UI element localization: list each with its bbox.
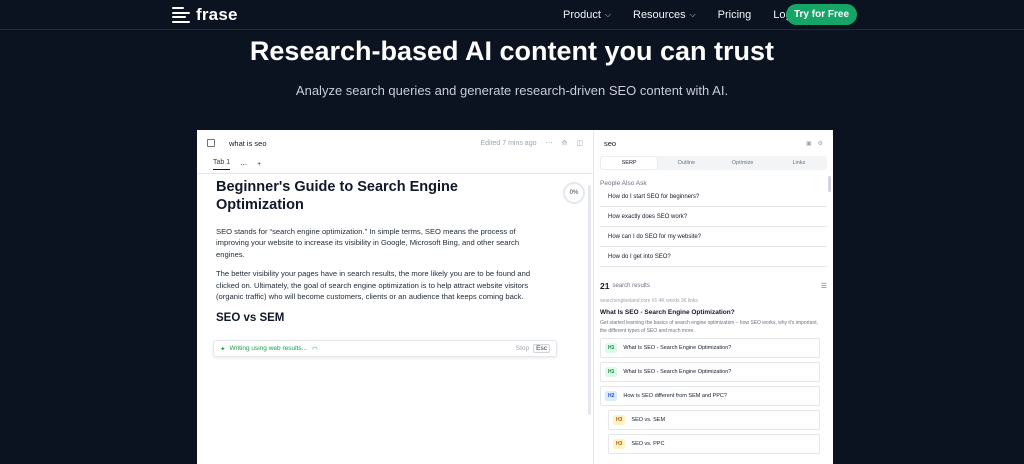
heading-level-badge: H3 [613,439,626,449]
filter-icon[interactable]: ☰ [821,282,827,290]
chevron-down-icon: ⌵ [689,10,696,19]
hero-title: Research-based AI content you can trust [249,36,775,66]
writing-status-bar: ✦ Writing using web results... ◠ Stop Es… [213,340,557,357]
writing-status-text: Writing using web results... [229,345,308,352]
frase-logo-icon [172,7,190,23]
paa-item[interactable]: How exactly does SEO work? [600,207,827,227]
panel-toggle-icon[interactable]: ◫ [576,139,583,147]
hero-subtitle: Analyze search queries and generate rese… [295,83,729,98]
paa-item[interactable]: How do I get into SEO? [600,247,827,267]
document-heading: Beginner's Guide to Search Engine Optimi… [216,179,458,213]
country-flag-icon[interactable]: ▣ [806,140,812,147]
paa-label: People Also Ask [600,180,647,187]
query-bar[interactable]: seo ▣ ⚙ [594,130,833,156]
nav-resources[interactable]: Resources ⌵ [633,9,696,21]
tab-links[interactable]: Links [771,156,827,170]
heading-item[interactable]: H3 SEO vs. SEM [608,410,820,430]
document-subheading: SEO vs SEM [216,312,285,325]
add-tab-icon[interactable]: + [257,161,261,168]
sparkle-icon: ✦ [220,345,226,353]
tab-outline[interactable]: Outline [658,156,714,170]
paa-list: How do I start SEO for beginners? How ex… [600,187,827,267]
panel-scrollbar[interactable] [828,176,831,192]
sidebar-toggle-icon[interactable] [207,139,215,147]
heading-text: How is SEO different from SEM and PPC? [623,393,727,399]
heading-text: SEO vs. PPC [631,441,665,447]
logo[interactable]: frase [172,5,238,25]
heading-item[interactable]: H2 How is SEO different from SEM and PPC? [600,386,820,406]
heading-text: SEO vs. SEM [631,417,666,423]
editor-body[interactable]: Beginner's Guide to Search Engine Optimi… [197,174,593,324]
more-icon[interactable]: ⋯ [546,139,553,147]
query-text: seo [604,138,617,148]
nav-pricing[interactable]: Pricing [718,9,752,21]
stop-button[interactable]: Stop [516,345,529,352]
heading-item[interactable]: H3 SEO vs. PPC [608,434,820,454]
heading-level-badge: H3 [613,415,626,425]
heading-item[interactable]: H1 What Is SEO - Search Engine Optimizati… [600,338,820,358]
nav-product[interactable]: Product ⌵ [563,9,611,21]
tab-1[interactable]: Tab 1 [213,159,231,170]
app-preview: what is seo Edited 7 mins ago ⋯ ⟰ ◫ Tab … [197,130,833,464]
heading-level-badge: H1 [605,367,618,377]
result-title[interactable]: What Is SEO - Search Engine Optimization… [600,309,827,316]
tab-more-icon[interactable]: ⋯ [240,161,247,169]
heading-text: What Is SEO - Search Engine Optimization… [623,369,732,375]
settings-icon[interactable]: ⚙ [818,140,823,147]
nav-pricing-label: Pricing [717,9,752,21]
result-description: Get started learning the basics of searc… [600,320,819,334]
chevron-down-icon: ⌵ [604,10,611,19]
editor-pane: what is seo Edited 7 mins ago ⋯ ⟰ ◫ Tab … [197,130,594,464]
try-for-free-button[interactable]: Try for Free [786,4,857,25]
nav-product-label: Product [563,9,601,21]
editor-tabs: Tab 1 ⋯ + [197,156,593,174]
share-icon[interactable]: ⟰ [562,139,568,147]
paa-item[interactable]: How do I start SEO for beginners? [600,187,827,207]
document-paragraph: SEO stands for “search engine optimizati… [216,227,520,259]
top-nav: frase Product⌵ Resources⌵ Pricing Login … [0,0,1024,30]
panel-tabs: SERP Outline Optimize Links [600,156,827,170]
tab-optimize[interactable]: Optimize [715,156,771,170]
progress-ring: 0% [563,182,585,204]
results-label: search results [612,283,650,289]
document-title[interactable]: what is seo [229,139,267,148]
heading-level-badge: H2 [605,391,618,401]
spinner-icon: ◠ [312,345,318,353]
nav-resources-label: Resources [633,9,686,21]
editor-toolbar: what is seo Edited 7 mins ago ⋯ ⟰ ◫ [197,130,593,156]
paa-item[interactable]: How can I do SEO for my website? [600,227,827,247]
heading-list: H1 What Is SEO - Search Engine Optimizati… [600,338,827,454]
result-meta: searchengineland.com #1 4K words 36 link… [600,298,698,304]
results-count: 21 [600,281,610,291]
heading-level-badge: H1 [605,343,618,353]
tab-serp[interactable]: SERP [601,157,658,169]
document-paragraph: The better visibility your pages have in… [216,269,531,302]
research-panel: seo ▣ ⚙ SERP Outline Optimize Links Peop… [594,130,833,464]
nav-links: Product⌵ Resources⌵ Pricing Login [563,9,800,21]
edited-timestamp: Edited 7 mins ago [480,139,537,147]
esc-key-hint: Esc [533,344,550,353]
editor-scrollbar[interactable] [588,185,591,415]
results-header: 21 search results ☰ [600,281,827,291]
heading-text: What Is SEO - Search Engine Optimization… [623,345,732,351]
heading-item[interactable]: H1 What Is SEO - Search Engine Optimizati… [600,362,820,382]
logo-text: frase [196,5,238,24]
